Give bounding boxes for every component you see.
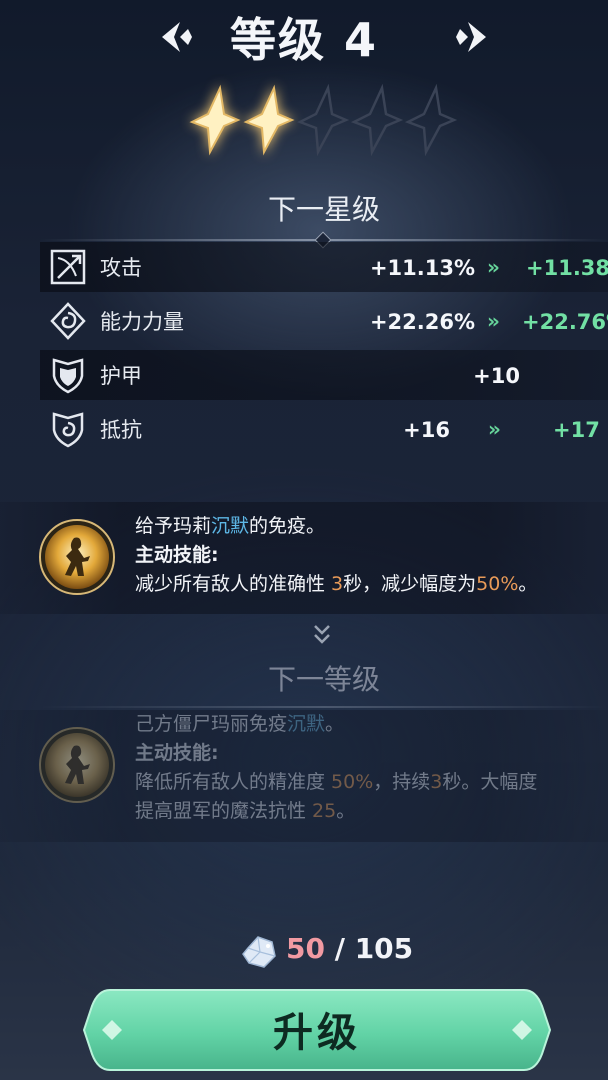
next-level-line2: 主动技能: xyxy=(135,742,219,764)
upgrade-cost: 50 / 105 xyxy=(0,930,608,974)
skill-current-block: 给予玛莉沉默的免疫。 主动技能: 减少所有敌人的准确性 3秒，减少幅度为50%。 xyxy=(0,502,608,614)
stat-label-ability-power: 能力力量 xyxy=(100,310,184,334)
stat-row-armor: 护甲 +10 xyxy=(40,350,608,400)
star-rating xyxy=(186,84,466,156)
shield-icon xyxy=(52,358,84,394)
stat-label-attack: 攻击 xyxy=(100,256,142,280)
next-level-title: 下一等级 xyxy=(267,663,380,696)
stat-label-resistance: 抵抗 xyxy=(100,418,142,442)
stat-current-attack: +11.13% xyxy=(369,256,475,280)
stat-label-armor: 护甲 xyxy=(100,364,142,388)
next-level-skill-text: 己方僵尸玛丽免疫沉默。 主动技能: 降低所有敌人的精准度 50%，持续3秒。大幅… xyxy=(135,710,537,826)
next-level-skill-block: 己方僵尸玛丽免疫沉默。 主动技能: 降低所有敌人的精准度 50%，持续3秒。大幅… xyxy=(0,710,608,842)
upgrade-button-label: 升级 xyxy=(273,1010,361,1056)
upgrade-arrow-icon: » xyxy=(488,417,501,441)
skill-current-line1: 给予玛莉沉默的免疫。 xyxy=(135,515,326,537)
stat-next-resistance: +17 xyxy=(553,418,600,442)
stat-current-armor: +10 xyxy=(473,364,520,388)
next-level-line1: 己方僵尸玛丽免疫沉默。 xyxy=(135,713,345,735)
stat-current-ability-power: +22.26% xyxy=(369,310,475,334)
next-level-line3: 降低所有敌人的精准度 50%，持续3秒。大幅度 xyxy=(135,771,538,793)
skill-silhouette-icon xyxy=(39,519,115,595)
stat-row-attack: 攻击 +11.13% » +11.38% xyxy=(40,242,608,292)
upgrade-arrow-icon: » xyxy=(487,255,500,279)
star-filled-icon xyxy=(189,84,241,156)
swirl-shield-icon xyxy=(52,412,84,448)
stat-row-resistance: 抵抗 +16 » +17 xyxy=(40,404,608,454)
upgrade-arrow-icon: » xyxy=(487,309,500,333)
star-empty-icon xyxy=(404,84,458,156)
skill-silhouette-icon xyxy=(39,727,115,803)
cost-amount: 50 / 105 xyxy=(286,932,414,965)
bow-arrow-icon xyxy=(50,249,86,285)
next-level-line4: 提高盟军的魔法抗性 25。 xyxy=(135,800,356,822)
swirl-emblem-icon xyxy=(50,302,86,340)
stat-current-resistance: +16 xyxy=(403,418,450,442)
next-star-title: 下一星级 xyxy=(267,193,380,226)
upgrade-button[interactable]: 升级 xyxy=(80,986,554,1074)
star-empty-icon xyxy=(350,84,404,156)
crystal-icon xyxy=(242,936,276,968)
skill-current-line3: 减少所有敌人的准确性 3秒，减少幅度为50%。 xyxy=(135,573,538,595)
chevron-down-icon xyxy=(314,625,330,644)
section-divider xyxy=(40,706,608,708)
star-empty-icon xyxy=(296,84,350,156)
stat-next-attack: +11.38% xyxy=(526,256,608,280)
star-filled-icon xyxy=(243,84,295,156)
level-title: 等级 4 xyxy=(229,13,379,67)
stat-row-ability-power: 能力力量 +22.26% » +22.76% xyxy=(40,296,608,346)
stat-next-ability-power: +22.76% xyxy=(522,310,608,334)
skill-current-line2: 主动技能: xyxy=(135,544,219,566)
skill-current-text: 给予玛莉沉默的免疫。 主动技能: 减少所有敌人的准确性 3秒，减少幅度为50%。 xyxy=(135,512,537,599)
next-level-arrow-icon[interactable] xyxy=(450,18,490,56)
